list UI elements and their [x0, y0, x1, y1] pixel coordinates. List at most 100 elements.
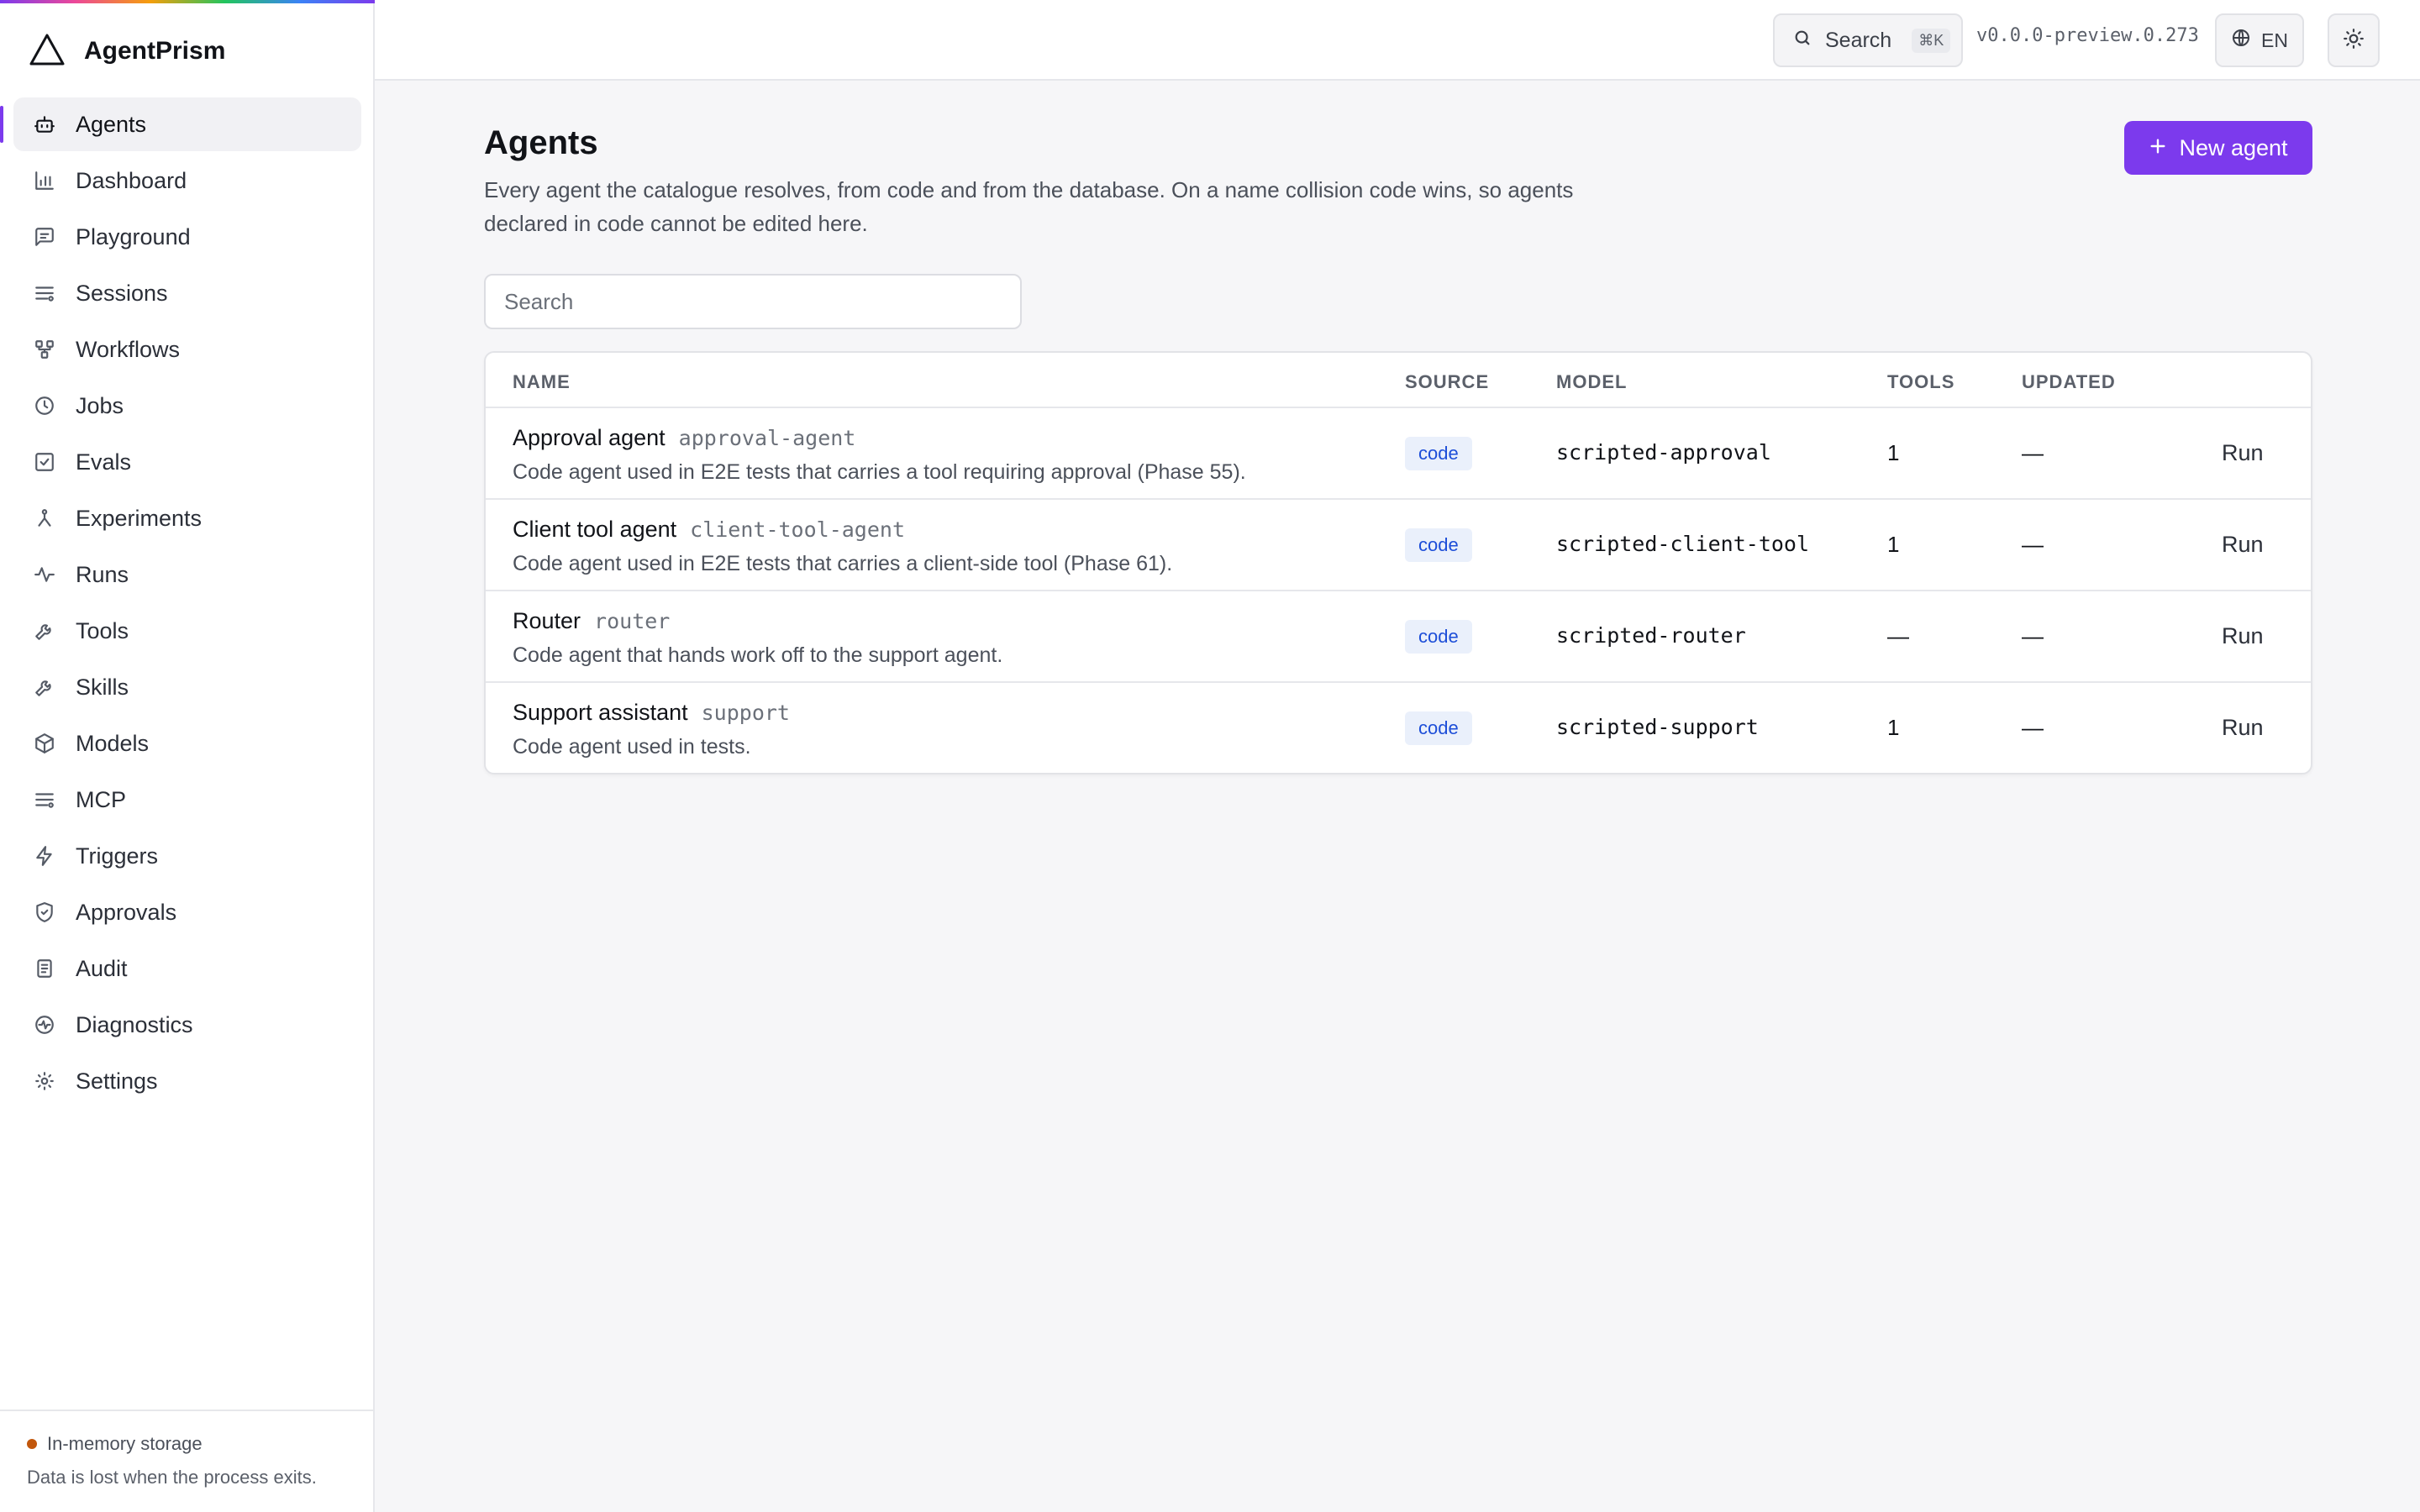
- source-badge: code: [1405, 620, 1472, 654]
- column-header-name[interactable]: NAME: [513, 371, 571, 393]
- sidebar-item-settings[interactable]: Settings: [13, 1054, 361, 1108]
- sidebar-item-label: Models: [76, 730, 150, 756]
- agent-name-line: Router router: [513, 608, 670, 634]
- agent-name-line: Approval agent approval-agent: [513, 425, 855, 451]
- table-row[interactable]: Approval agent approval-agent Code agent…: [486, 408, 2311, 500]
- box-icon: [32, 731, 57, 756]
- run-button[interactable]: Run: [2222, 715, 2264, 741]
- version-label: v0.0.0-preview.0.273: [1976, 25, 2199, 46]
- table-header: NAME SOURCE MODEL TOOLS UPDATED: [486, 353, 2311, 408]
- message-square-icon: [32, 224, 57, 249]
- sidebar-item-label: MCP: [76, 786, 126, 812]
- sidebar-item-label: Diagnostics: [76, 1011, 193, 1037]
- theme-toggle-button[interactable]: [2328, 13, 2380, 67]
- run-button[interactable]: Run: [2222, 532, 2264, 558]
- sidebar-item-label: Experiments: [76, 505, 203, 531]
- table-row[interactable]: Client tool agent client-tool-agent Code…: [486, 500, 2311, 591]
- sidebar-item-label: Settings: [76, 1068, 158, 1094]
- topbar: Search ⌘K v0.0.0-preview.0.273 EN: [375, 0, 2420, 81]
- agent-tools-count: —: [1887, 623, 1909, 648]
- sidebar-item-approvals[interactable]: Approvals: [13, 885, 361, 939]
- source-badge: code: [1405, 437, 1472, 470]
- sidebar-item-jobs[interactable]: Jobs: [13, 379, 361, 433]
- sidebar-item-label: Runs: [76, 561, 129, 587]
- agent-model: scripted-support: [1556, 715, 1759, 739]
- sidebar-item-tools[interactable]: Tools: [13, 604, 361, 658]
- app-name: AgentPrism: [84, 37, 226, 65]
- sidebar-item-skills[interactable]: Skills: [13, 660, 361, 714]
- agents-search-input[interactable]: [484, 274, 1022, 329]
- column-header-updated[interactable]: UPDATED: [2022, 371, 2116, 393]
- agent-name-line: Support assistant support: [513, 700, 790, 726]
- pulse-icon: [32, 1012, 57, 1037]
- agent-updated: —: [2022, 715, 2044, 740]
- brand-gradient-bar: [0, 0, 375, 3]
- search-label: Search: [1825, 28, 1892, 52]
- brand[interactable]: AgentPrism: [29, 32, 225, 71]
- language-label: EN: [2261, 29, 2288, 51]
- table-row[interactable]: Router router Code agent that hands work…: [486, 591, 2311, 683]
- sidebar-nav: Agents Dashboard Playground Sessions Wor…: [0, 97, 361, 1110]
- agent-slug: router: [594, 609, 671, 633]
- run-button[interactable]: Run: [2222, 623, 2264, 649]
- agent-name[interactable]: Support assistant: [513, 700, 688, 726]
- column-header-model[interactable]: MODEL: [1556, 371, 1627, 393]
- sidebar-item-label: Tools: [76, 617, 129, 643]
- source-badge: code: [1405, 528, 1472, 562]
- sidebar-item-label: Playground: [76, 223, 191, 249]
- column-header-tools[interactable]: TOOLS: [1887, 371, 1954, 393]
- sidebar-item-audit[interactable]: Audit: [13, 942, 361, 995]
- new-agent-button[interactable]: New agent: [2124, 121, 2312, 175]
- search-shortcut: ⌘K: [1912, 28, 1951, 53]
- sidebar-item-evals[interactable]: Evals: [13, 435, 361, 489]
- agent-updated: —: [2022, 532, 2044, 557]
- sidebar-item-models[interactable]: Models: [13, 717, 361, 770]
- sidebar-item-label: Workflows: [76, 336, 181, 362]
- sidebar-item-playground[interactable]: Playground: [13, 210, 361, 264]
- sidebar-item-experiments[interactable]: Experiments: [13, 491, 361, 545]
- agent-slug: approval-agent: [678, 426, 856, 450]
- sidebar-item-agents[interactable]: Agents: [0, 97, 361, 151]
- sidebar-item-label: Agents: [76, 111, 147, 137]
- agent-tools-count: 1: [1887, 440, 1900, 465]
- sidebar-item-diagnostics[interactable]: Diagnostics: [13, 998, 361, 1052]
- logo-triangle-icon: [29, 33, 66, 71]
- agent-name[interactable]: Approval agent: [513, 425, 666, 451]
- run-button[interactable]: Run: [2222, 440, 2264, 466]
- search-icon: [1793, 29, 1812, 53]
- agents-table: NAME SOURCE MODEL TOOLS UPDATED Approval…: [484, 351, 2312, 774]
- global-search-button[interactable]: Search ⌘K: [1773, 13, 1963, 67]
- language-button[interactable]: EN: [2215, 13, 2304, 67]
- check-square-icon: [32, 449, 57, 475]
- agent-name[interactable]: Client tool agent: [513, 517, 676, 543]
- agent-description: Code agent used in E2E tests that carrie…: [513, 460, 1246, 484]
- sun-gear-icon: [32, 1068, 57, 1094]
- sidebar-item-label: Jobs: [76, 392, 124, 418]
- activity-icon: [32, 562, 57, 587]
- page-description: Every agent the catalogue resolves, from…: [484, 177, 1574, 236]
- storage-status: In-memory storage Data is lost when the …: [0, 1410, 373, 1512]
- agent-description: Code agent that hands work off to the su…: [513, 643, 1003, 667]
- shield-check-icon: [32, 900, 57, 925]
- agent-model: scripted-client-tool: [1556, 532, 1810, 556]
- sidebar-item-runs[interactable]: Runs: [13, 548, 361, 601]
- zap-icon: [32, 843, 57, 869]
- sidebar-item-triggers[interactable]: Triggers: [13, 829, 361, 883]
- globe-icon: [2231, 28, 2251, 53]
- new-agent-label: New agent: [2179, 134, 2288, 160]
- sidebar-item-workflows[interactable]: Workflows: [13, 323, 361, 376]
- sidebar-item-label: Audit: [76, 955, 128, 981]
- sidebar-item-sessions[interactable]: Sessions: [13, 266, 361, 320]
- list-icon: [32, 281, 57, 306]
- agent-model: scripted-router: [1556, 623, 1746, 648]
- clock-icon: [32, 393, 57, 418]
- wrench-icon: [32, 675, 57, 700]
- sidebar-item-mcp[interactable]: MCP: [13, 773, 361, 827]
- bot-icon: [32, 112, 57, 137]
- column-header-source[interactable]: SOURCE: [1405, 371, 1489, 393]
- table-row[interactable]: Support assistant support Code agent use…: [486, 683, 2311, 773]
- sidebar-item-dashboard[interactable]: Dashboard: [13, 154, 361, 207]
- page-title: Agents: [484, 124, 598, 161]
- agent-name-line: Client tool agent client-tool-agent: [513, 517, 905, 543]
- agent-name[interactable]: Router: [513, 608, 581, 634]
